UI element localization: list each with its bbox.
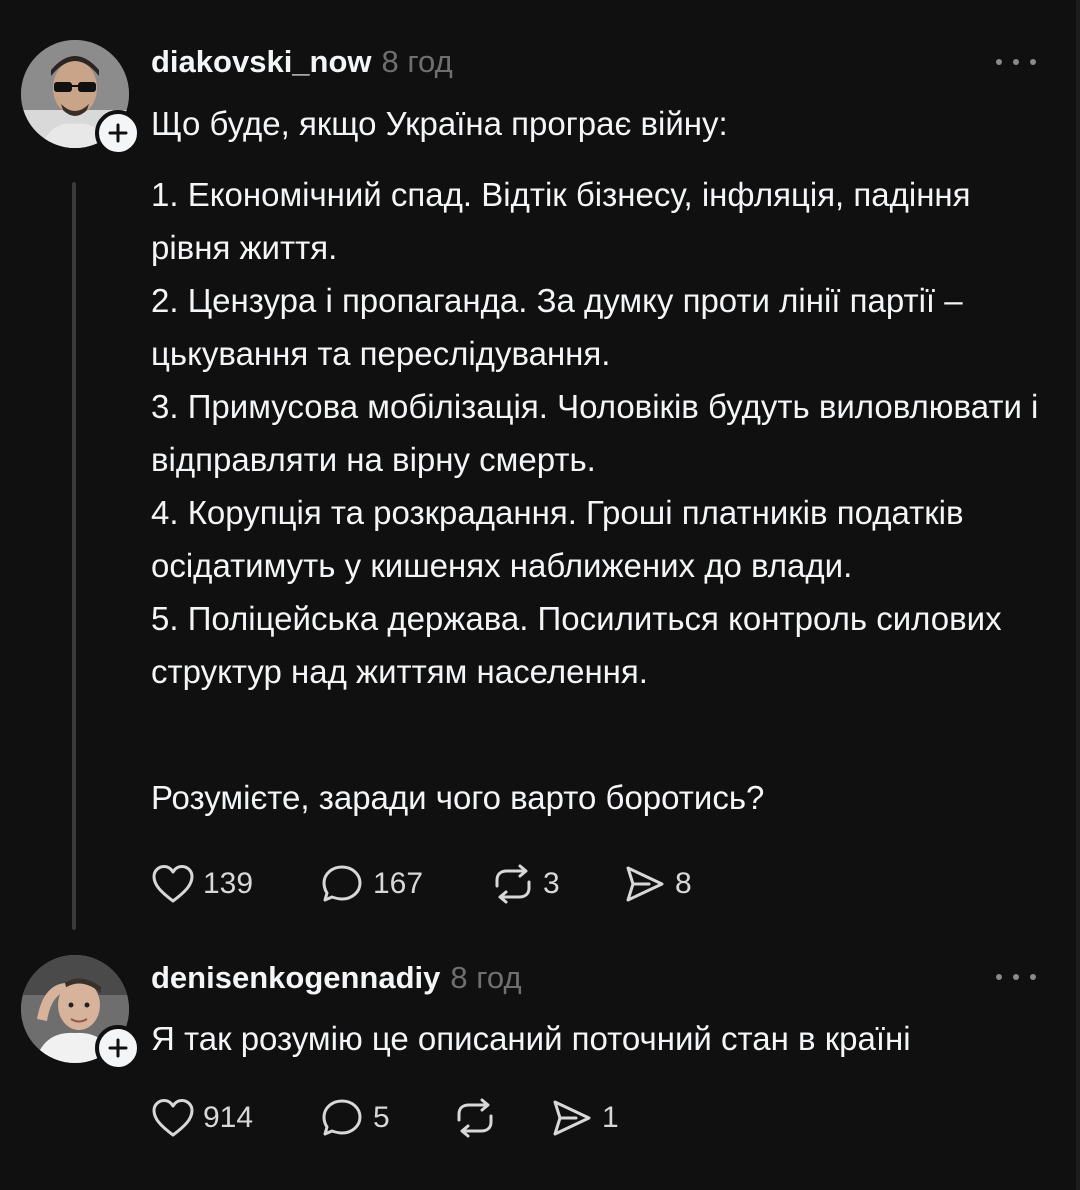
share-button[interactable]: 1 [550,1098,619,1138]
repost-arrows-icon [457,1098,493,1138]
thread-post: diakovski_now 8 год Що буде, якщо Україн… [0,0,1076,940]
thread-line [72,182,76,930]
post-actions: 914 5 1 [151,1096,619,1140]
repost-button[interactable] [453,1098,550,1138]
reply-post: denisenkogennadiy 8 год Я так розумію це… [0,940,1076,1190]
reply-button[interactable]: 5 [321,1098,453,1138]
more-dots-icon [1013,59,1019,65]
follow-button[interactable] [95,1025,141,1071]
post-time: 8 год [450,960,522,995]
like-count: 139 [203,867,254,900]
repost-button[interactable]: 3 [491,864,623,904]
follow-button[interactable] [95,110,141,156]
like-button[interactable]: 914 [151,1098,321,1138]
post-time: 8 год [381,44,453,79]
username[interactable]: diakovski_now [151,44,372,80]
post-header: diakovski_now 8 год [151,44,453,80]
post-header: denisenkogennadiy 8 год [151,960,522,996]
more-dots-icon [1030,974,1036,980]
frame-edge [1076,0,1080,1190]
more-dots-icon [996,59,1002,65]
heart-icon [152,1099,194,1137]
plus-icon [108,123,128,143]
more-options-button[interactable] [996,967,1036,987]
post-body: 1. Економічний спад. Відтік бізнесу, інф… [151,176,1039,690]
more-dots-icon [1013,974,1019,980]
post-closing: Розумієте, заради чого варто боротись? [151,779,765,816]
repost-count: 3 [543,867,560,900]
post-text: Я так розумію це описаний поточний стан … [151,1020,911,1057]
send-icon [626,866,664,902]
avatar-container[interactable] [21,40,141,156]
reply-button[interactable]: 167 [321,864,491,904]
reply-count: 167 [373,867,424,900]
like-count: 914 [203,1101,254,1134]
avatar-container[interactable] [21,955,141,1071]
more-dots-icon [1030,59,1036,65]
speech-bubble-icon [322,865,362,902]
username[interactable]: denisenkogennadiy [151,960,440,996]
send-icon [553,1100,591,1136]
post-actions: 139 167 3 8 [151,862,692,906]
share-count: 1 [602,1101,619,1134]
share-count: 8 [675,867,692,900]
like-button[interactable]: 139 [151,864,321,904]
more-options-button[interactable] [996,52,1036,72]
share-button[interactable]: 8 [623,864,692,904]
reply-count: 5 [373,1101,390,1134]
more-dots-icon [996,974,1002,980]
repost-arrows-icon [495,864,531,904]
post-intro: Що буде, якщо Україна програє війну: [151,105,728,142]
heart-icon [152,865,194,903]
speech-bubble-icon [322,1099,362,1136]
plus-icon [108,1038,128,1058]
